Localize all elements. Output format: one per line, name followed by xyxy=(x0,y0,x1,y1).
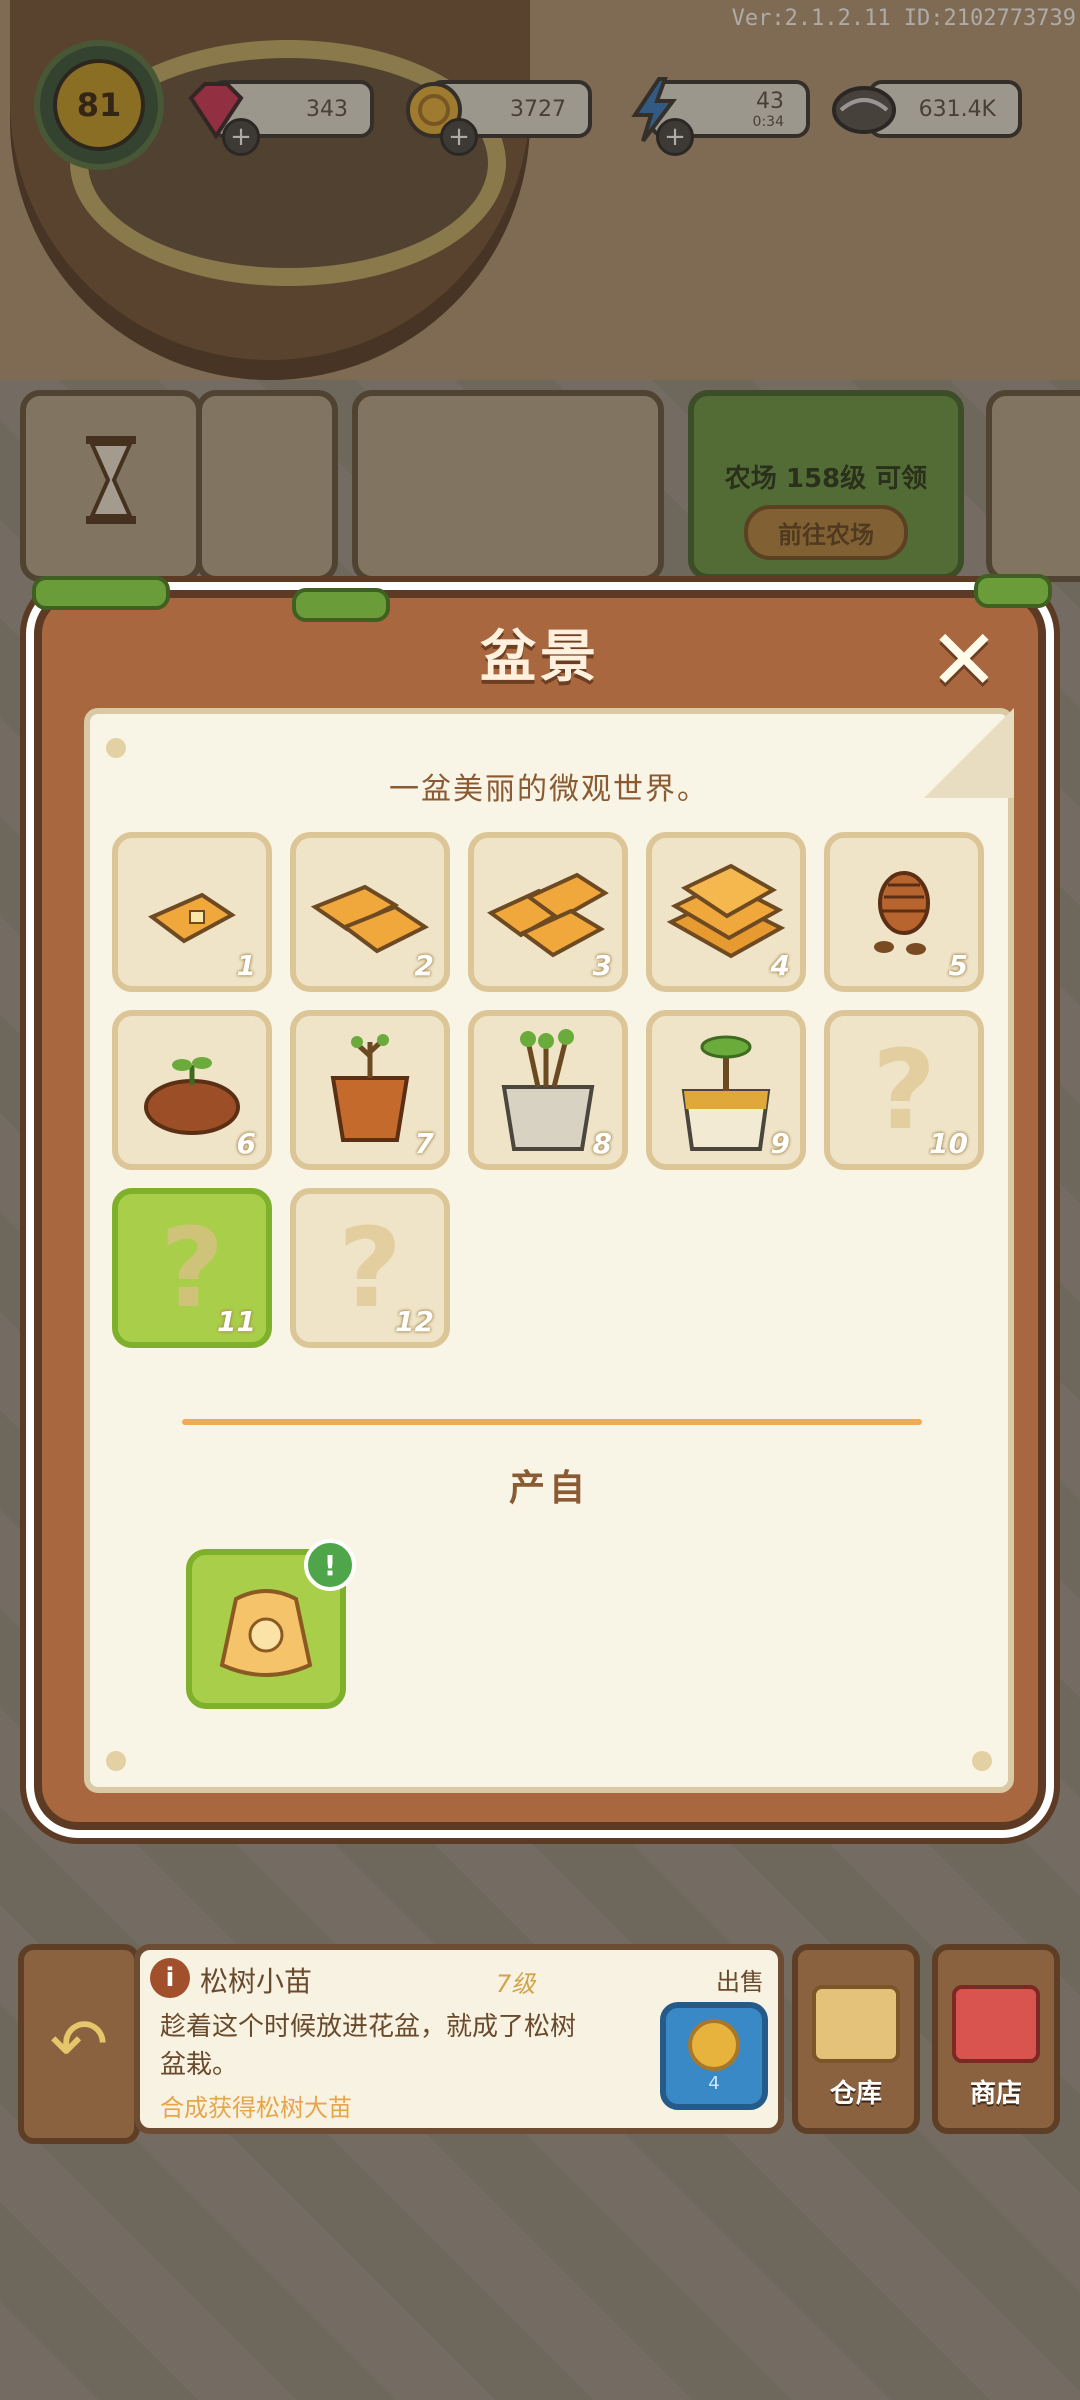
sell-button[interactable]: 4 xyxy=(660,2002,768,2110)
grid-item-10[interactable]: ? 10 xyxy=(824,1010,984,1170)
shop-label: 商店 xyxy=(969,2079,1022,2109)
source-item-seed-sack[interactable]: ! xyxy=(186,1539,356,1709)
source-title: 产自 xyxy=(508,1468,589,1509)
warehouse-button[interactable]: 仓库 xyxy=(792,1944,920,2134)
warehouse-icon xyxy=(812,1985,900,2063)
pine-cone-icon xyxy=(874,871,930,955)
item-number: 10 xyxy=(929,1127,968,1160)
grid-item-11[interactable]: ? 11 xyxy=(112,1188,272,1348)
item-number: 11 xyxy=(217,1305,256,1338)
seed-bag-1-icon xyxy=(148,892,236,944)
item-number: 6 xyxy=(236,1127,256,1160)
close-button[interactable]: ✕ xyxy=(922,618,1006,702)
section-divider xyxy=(182,1419,922,1425)
leaf-decoration xyxy=(32,576,170,610)
paper-pin xyxy=(972,1751,992,1771)
new-badge-icon: ! xyxy=(304,1539,356,1591)
item-number: 12 xyxy=(395,1305,434,1338)
item-description: 趁着这个时候放进花盆，就成了松树盆栽。 xyxy=(160,2012,577,2080)
sell-value: 4 xyxy=(708,2072,720,2094)
item-number: 7 xyxy=(414,1127,434,1160)
grid-item-3[interactable]: 3 xyxy=(468,832,628,992)
item-name: 松树小苗 xyxy=(200,1965,313,1998)
item-number: 3 xyxy=(592,949,612,982)
paper-pin xyxy=(106,738,126,758)
paper-pin xyxy=(106,1751,126,1771)
coin-icon xyxy=(688,2018,740,2071)
grid-item-6[interactable]: 6 xyxy=(112,1010,272,1170)
back-button[interactable]: ↶ xyxy=(18,1944,140,2144)
item-number: 9 xyxy=(770,1127,790,1160)
back-arrow-icon: ↶ xyxy=(49,2003,109,2085)
question-mark-icon: ? xyxy=(160,1204,224,1332)
seed-sack-icon xyxy=(219,1589,313,1677)
warehouse-label: 仓库 xyxy=(829,2079,882,2109)
grid-item-2[interactable]: 2 xyxy=(290,832,450,992)
stone-pot-sapling-icon xyxy=(501,1029,595,1151)
sell-label: 出售 xyxy=(716,1968,764,1996)
info-icon[interactable]: i xyxy=(150,1958,190,1998)
shop-icon xyxy=(952,1985,1040,2063)
grid-item-7[interactable]: 7 xyxy=(290,1010,450,1170)
item-level: 7级 xyxy=(496,1970,536,1998)
grid-item-1[interactable]: 1 xyxy=(112,832,272,992)
modal-title: 盆景 xyxy=(480,625,600,690)
bonsai-collection-modal: 盆景 ✕ 一盆美丽的微观世界。 1 2 3 4 5 6 7 8 9 ? 10 ?… xyxy=(32,574,1052,1830)
grid-item-8[interactable]: 8 xyxy=(468,1010,628,1170)
wooden-pot-sapling-icon xyxy=(330,1034,410,1142)
grid-item-12[interactable]: ? 12 xyxy=(290,1188,450,1348)
grid-item-4[interactable]: 4 xyxy=(646,832,806,992)
item-hint: 合成获得松树大苗 xyxy=(160,2094,352,2122)
sprout-pile-icon xyxy=(144,1057,240,1135)
item-number: 4 xyxy=(770,949,790,982)
question-mark-icon: ? xyxy=(872,1026,936,1154)
item-number: 1 xyxy=(236,949,256,982)
item-number: 5 xyxy=(948,949,968,982)
grid-item-9[interactable]: 9 xyxy=(646,1010,806,1170)
close-icon: ✕ xyxy=(928,611,1000,709)
item-number: 8 xyxy=(592,1127,612,1160)
item-number: 2 xyxy=(414,949,434,982)
collection-description: 一盆美丽的微观世界。 xyxy=(389,772,709,807)
bonsai-pot-icon xyxy=(681,1035,771,1151)
item-info-panel: i 松树小苗 7级 出售 趁着这个时候放进花盆，就成了松树盆栽。 合成获得松树大… xyxy=(134,1944,784,2134)
collection-paper: 一盆美丽的微观世界。 1 2 3 4 5 6 7 8 9 ? 10 ? 11 ?… xyxy=(84,708,1014,1793)
question-mark-icon: ? xyxy=(338,1204,402,1332)
shop-button[interactable]: 商店 xyxy=(932,1944,1060,2134)
grid-item-5[interactable]: 5 xyxy=(824,832,984,992)
leaf-decoration xyxy=(974,574,1052,608)
